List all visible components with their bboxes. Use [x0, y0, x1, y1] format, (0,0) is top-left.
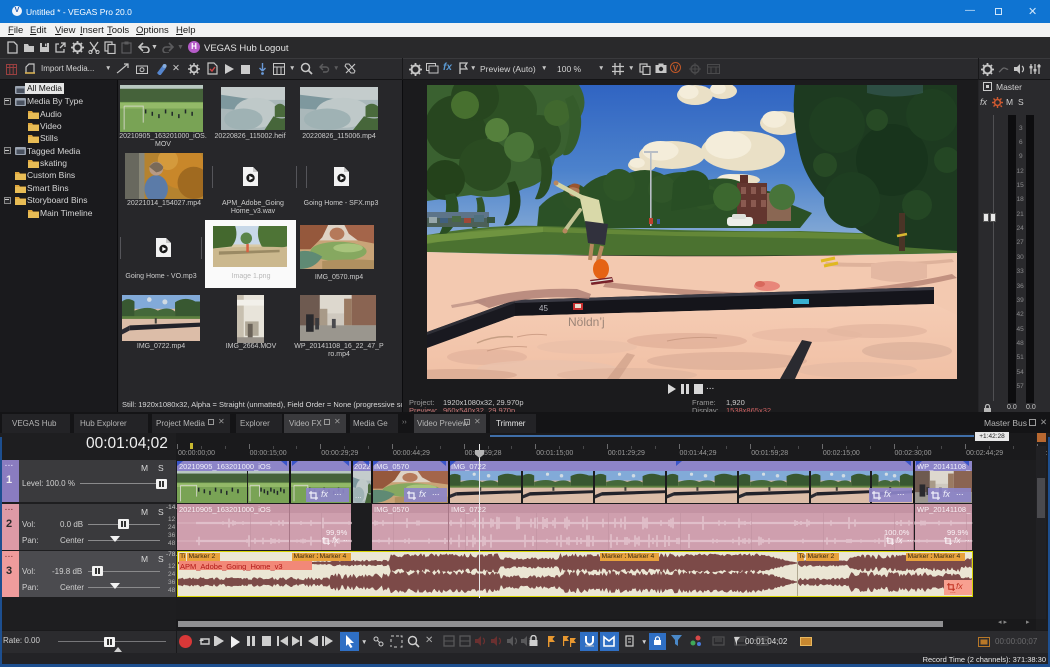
svg-text:45: 45	[539, 304, 548, 313]
svg-text:Nöldn’j: Nöldn’j	[568, 315, 605, 329]
